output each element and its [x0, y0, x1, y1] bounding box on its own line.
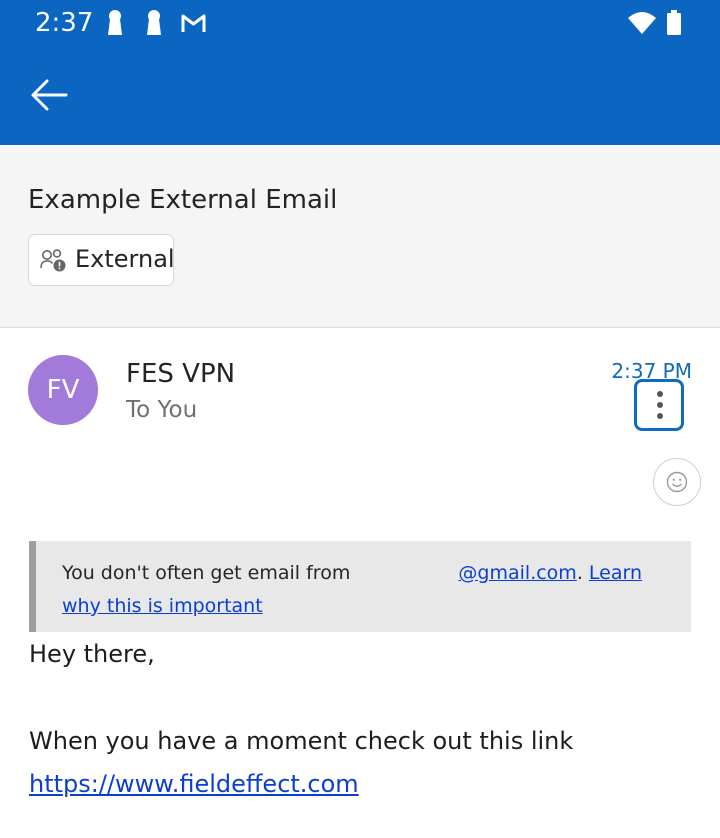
people-warning-icon — [40, 249, 66, 272]
arrow-left-icon[interactable] — [30, 78, 68, 112]
first-contact-banner: You don't often get email from @gmail.co… — [29, 541, 691, 632]
avatar[interactable]: FV — [28, 355, 98, 425]
app-bar: 2:37 — [0, 0, 720, 145]
more-vertical-icon — [657, 391, 663, 397]
body-text: When you have a moment check out this li… — [29, 727, 574, 755]
keyhole-icon — [108, 10, 122, 35]
body-greeting: Hey there, — [29, 640, 155, 668]
recipient-label: To You — [126, 397, 198, 423]
external-label: External — [75, 245, 175, 273]
gmail-icon — [181, 14, 206, 32]
wifi-icon — [628, 12, 656, 34]
status-time: 2:37 — [35, 8, 94, 38]
more-options-button[interactable] — [634, 379, 684, 431]
banner-text: You don't often get email from @gmail.co… — [62, 562, 643, 617]
sender-domain-link[interactable]: @gmail.com — [458, 562, 576, 584]
sender-name[interactable]: FES VPN — [126, 359, 235, 389]
keyhole-icon — [147, 10, 161, 35]
smiley-icon — [666, 471, 688, 493]
external-tag[interactable]: External — [28, 234, 175, 286]
subject-header: Example External Email External — [0, 145, 720, 328]
body-link[interactable]: https://www.fieldeffect.com — [29, 770, 359, 798]
email-subject: Example External Email — [28, 185, 338, 215]
banner-message: You don't often get email from — [62, 562, 351, 584]
battery-icon — [667, 10, 681, 35]
add-reaction-button[interactable] — [653, 458, 701, 506]
